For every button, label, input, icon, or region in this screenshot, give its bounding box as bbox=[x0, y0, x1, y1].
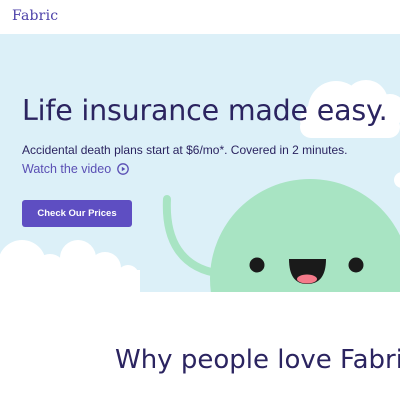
hero-section: Life insurance made easy. Accidental dea… bbox=[0, 34, 400, 292]
hero-subheadline: Accidental death plans start at $6/mo*. … bbox=[22, 143, 348, 157]
hero-headline: Life insurance made easy. bbox=[22, 94, 388, 127]
top-nav: Fabric bbox=[0, 0, 400, 34]
watch-video-link[interactable]: Watch the video bbox=[22, 162, 130, 176]
cloud-right-edge bbox=[394, 172, 400, 188]
watch-video-label: Watch the video bbox=[22, 162, 112, 176]
section-title: Why people love Fabric bbox=[115, 345, 400, 375]
check-prices-button[interactable]: Check Our Prices bbox=[22, 200, 132, 227]
play-circle-icon bbox=[117, 163, 130, 175]
cloud-bottom-left bbox=[0, 240, 140, 292]
character-right-eye bbox=[348, 257, 364, 273]
page: Fabric Life insurance made easy. Acciden… bbox=[0, 0, 400, 400]
character-left-eye bbox=[249, 257, 265, 273]
character-tongue bbox=[297, 274, 317, 284]
fabric-logo[interactable]: Fabric bbox=[12, 8, 58, 24]
